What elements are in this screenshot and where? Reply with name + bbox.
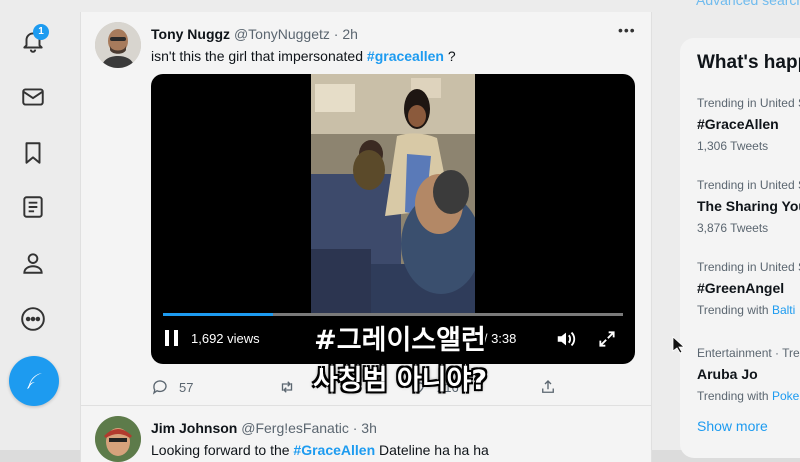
tweet-time[interactable]: 2h xyxy=(342,26,358,42)
tweet-divider xyxy=(81,405,651,406)
video-frame[interactable] xyxy=(311,74,475,314)
trend-name: #GraceAllen xyxy=(697,116,779,132)
tweet-header: Jim Johnson @Ferg!esFanatic · 3h xyxy=(151,420,377,436)
video-progress-fill xyxy=(163,313,274,316)
subtitle-line-2: 사칭범 아니야? xyxy=(312,365,488,396)
avatar[interactable] xyxy=(95,22,141,68)
author-handle[interactable]: @TonyNuggetz xyxy=(234,26,330,42)
subtitle-line-1: #그레이스앨런 xyxy=(314,325,486,356)
separator-dot: · xyxy=(352,420,358,436)
trend-name: #GreenAngel xyxy=(697,280,785,296)
tweet-text-suffix: ? xyxy=(443,48,456,64)
avatar[interactable] xyxy=(95,416,141,462)
author-handle[interactable]: @Ferg!esFanatic xyxy=(241,420,349,436)
trend-meta-link[interactable]: Balti xyxy=(772,303,795,317)
trend-context: Trending in United States xyxy=(697,178,800,192)
trend-context: Trending in United States xyxy=(697,96,800,110)
video-progress-bar[interactable] xyxy=(163,313,623,316)
advanced-search-link[interactable]: Advanced search xyxy=(696,0,800,8)
tweet-header: Tony Nuggz @TonyNuggetz · 2h xyxy=(151,26,358,42)
profile-person-icon[interactable] xyxy=(20,250,46,276)
trend-item[interactable]: Trending in United States #GreenAngel Tr… xyxy=(697,260,800,317)
tweet-time[interactable]: 3h xyxy=(361,420,377,436)
author-name[interactable]: Tony Nuggz xyxy=(151,26,230,42)
author-name[interactable]: Jim Johnson xyxy=(151,420,237,436)
tweet-text-suffix: Dateline ha ha ha xyxy=(375,442,489,458)
hashtag-link[interactable]: #graceallen xyxy=(367,48,444,64)
tweet-text-prefix: isn't this the girl that impersonated xyxy=(151,48,367,64)
trend-meta: 3,876 Tweets xyxy=(697,221,769,235)
trend-name: The Sharing Your xyxy=(697,198,800,214)
tweet-text: isn't this the girl that impersonated #g… xyxy=(151,48,456,64)
show-more-link[interactable]: Show more xyxy=(697,418,768,434)
trend-context: Trending in United States xyxy=(697,260,800,274)
trend-item[interactable]: Trending in United States The Sharing Yo… xyxy=(697,178,800,235)
tweet-text: Looking forward to the #GraceAllen Datel… xyxy=(151,442,489,458)
trend-meta-prefix: Trending with xyxy=(697,303,772,317)
separator-dot: · xyxy=(333,26,339,42)
lists-icon[interactable] xyxy=(20,194,46,220)
bookmark-icon[interactable] xyxy=(20,140,46,166)
trends-title: What's happening xyxy=(697,52,800,73)
tweet-text-prefix: Looking forward to the xyxy=(151,442,294,458)
hashtag-link[interactable]: #GraceAllen xyxy=(293,442,375,458)
more-options-icon[interactable]: ••• xyxy=(618,22,636,38)
notification-badge: 1 xyxy=(33,24,49,40)
trend-meta: Trending with Balti xyxy=(697,303,800,317)
trend-meta: 1,306 Tweets xyxy=(697,139,769,153)
messages-envelope-icon[interactable] xyxy=(20,84,46,110)
trend-item[interactable]: Trending in United States #GraceAllen 1,… xyxy=(697,96,800,153)
page: 1 Tony Nuggz @TonyNuggetz · 2h ••• isn't… xyxy=(0,0,800,462)
